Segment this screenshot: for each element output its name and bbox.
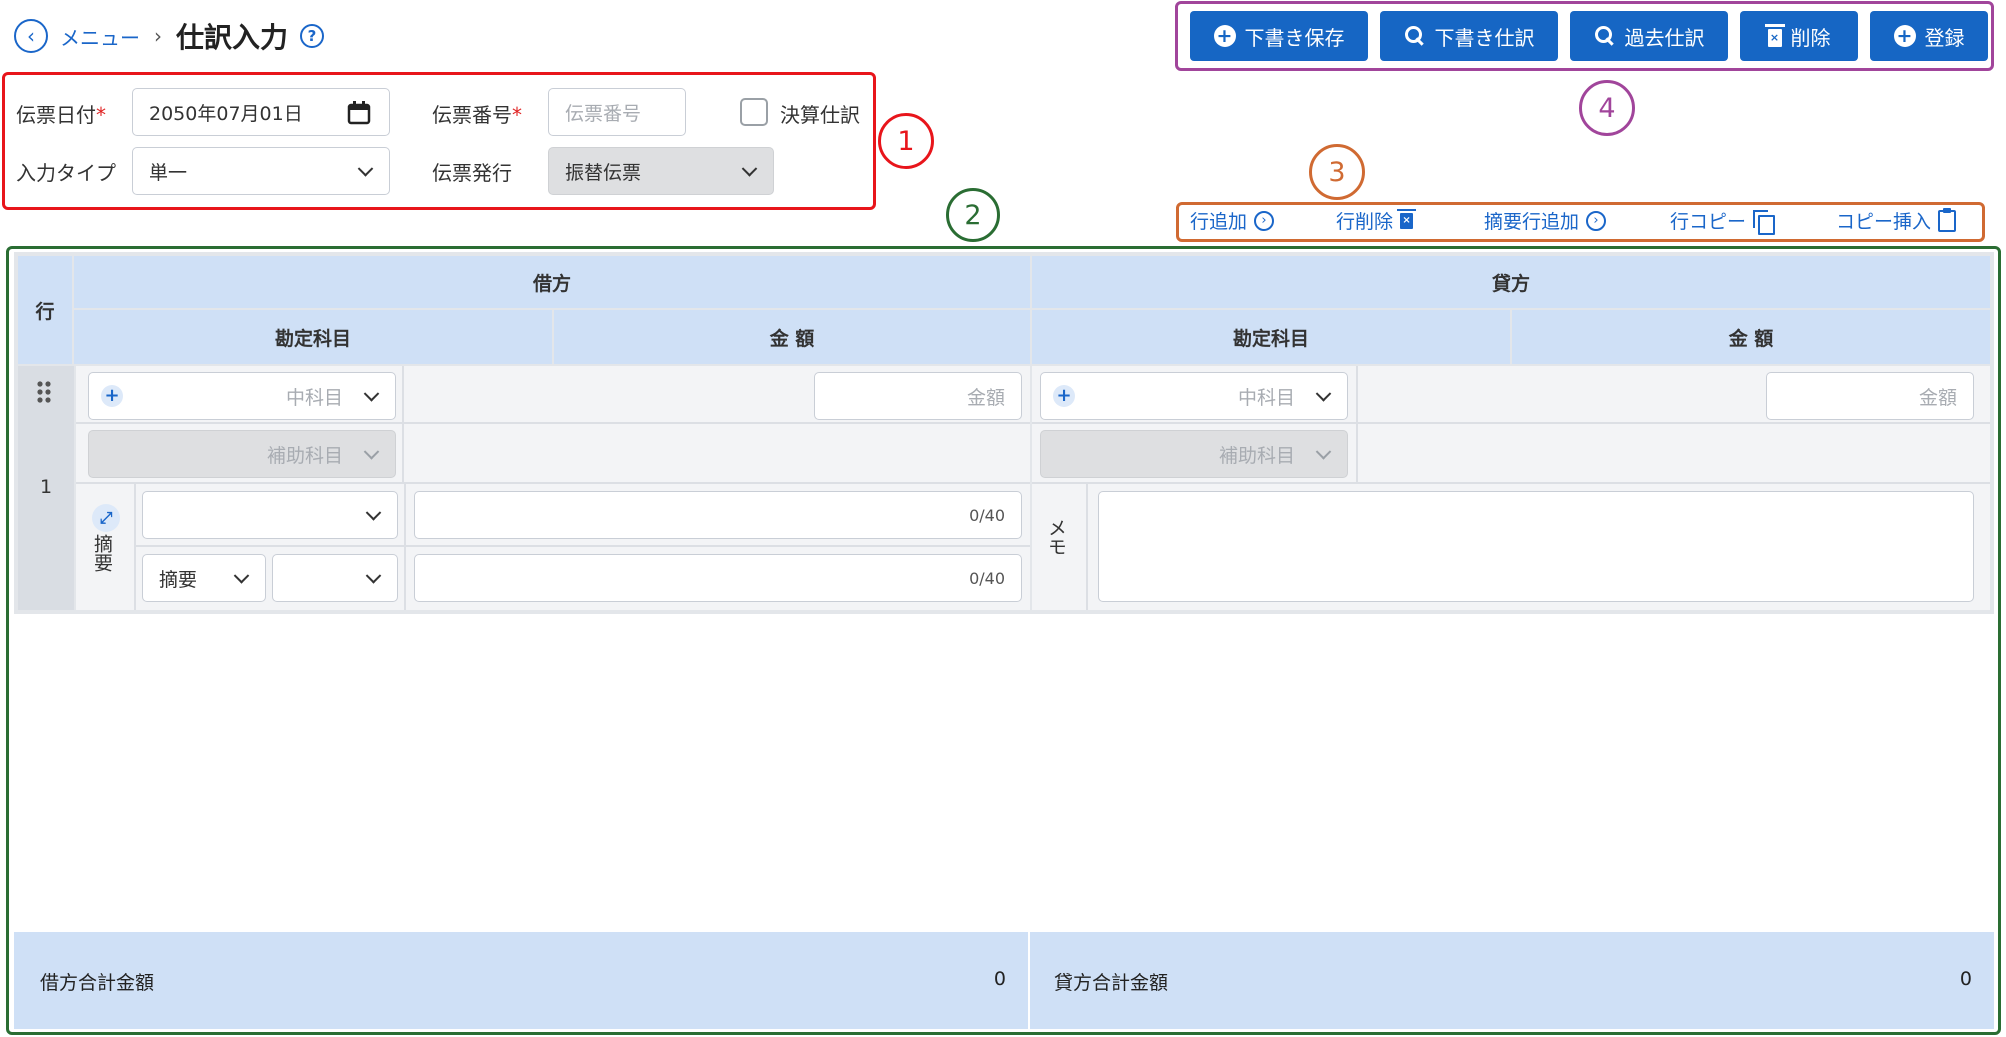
date-label: 伝票日付* xyxy=(16,103,106,127)
drag-handle-icon[interactable] xyxy=(36,380,54,404)
debit-header: 借方 xyxy=(74,256,1030,308)
delete-button[interactable]: × 削除 xyxy=(1740,11,1858,61)
chevron-down-icon xyxy=(741,161,758,177)
memo-textarea[interactable] xyxy=(1098,491,1974,602)
credit-total-row: 貸方合計金額 0 xyxy=(1030,932,1994,1029)
chevron-down-icon xyxy=(1315,444,1332,460)
draft-journal-button[interactable]: 下書き仕訳 xyxy=(1380,11,1558,61)
divider xyxy=(136,545,1030,547)
divider xyxy=(1356,366,1358,482)
date-field[interactable]: 2050年07月01日 xyxy=(132,88,390,136)
summary-select-2[interactable] xyxy=(272,554,398,602)
summary-text-1[interactable]: 0/40 xyxy=(414,491,1022,539)
annotation-4: 4 xyxy=(1579,80,1635,136)
divider xyxy=(76,482,1030,484)
back-icon[interactable]: ‹ xyxy=(14,19,48,53)
number-input[interactable]: 伝票番号 xyxy=(548,88,686,136)
page-title: 仕訳入力 xyxy=(176,21,289,54)
divider xyxy=(1032,482,1990,484)
chevron-down-icon xyxy=(357,161,374,177)
chevron-right-icon: › xyxy=(1586,210,1607,231)
issue-label: 伝票発行 xyxy=(432,161,512,185)
draft-save-button[interactable]: + 下書き保存 xyxy=(1190,11,1368,61)
delete-row-link[interactable]: 行削除 × xyxy=(1336,207,1417,234)
copy-insert-link[interactable]: コピー挿入 xyxy=(1836,207,1957,234)
divider xyxy=(402,366,404,482)
summary-text-2[interactable]: 0/40 xyxy=(414,554,1022,602)
plus-circle-icon: + xyxy=(1893,25,1916,47)
closing-label: 決算仕訳 xyxy=(780,103,860,127)
divider xyxy=(1086,484,1088,610)
expand-icon[interactable]: ⤢ xyxy=(92,504,120,532)
past-journal-button[interactable]: 過去仕訳 xyxy=(1570,11,1728,61)
credit-amount-input[interactable]: 金額 xyxy=(1766,372,1974,420)
debit-account-header: 勘定科目 xyxy=(74,310,552,364)
search-icon xyxy=(1594,25,1616,47)
chevron-down-icon xyxy=(365,568,382,584)
clipboard-icon xyxy=(1938,207,1957,232)
trash-icon: × xyxy=(1397,208,1417,229)
copy-icon xyxy=(1753,209,1776,235)
divider xyxy=(76,422,1030,424)
chevron-down-icon xyxy=(363,444,380,460)
debit-amount-input[interactable]: 金額 xyxy=(814,372,1022,420)
chevron-down-icon xyxy=(363,386,380,402)
credit-middle-account-select[interactable]: + 中科目 xyxy=(1040,372,1348,420)
chevron-down-icon xyxy=(1315,386,1332,402)
trash-icon: × xyxy=(1764,23,1785,47)
chevron-down-icon xyxy=(233,568,250,584)
plus-circle-icon: + xyxy=(1213,25,1236,47)
credit-sub-account-select[interactable]: 補助科目 xyxy=(1040,430,1348,478)
debit-total-row: 借方合計金額 0 xyxy=(14,932,1028,1029)
breadcrumb: ‹ メニュー › 仕訳入力 ? xyxy=(14,16,325,56)
debit-sub-account-select[interactable]: 補助科目 xyxy=(88,430,396,478)
number-label: 伝票番号* xyxy=(432,103,522,127)
chevron-right-icon: › xyxy=(1254,210,1275,231)
credit-total-label: 貸方合計金額 xyxy=(1054,972,1169,994)
help-icon[interactable]: ? xyxy=(300,24,325,48)
search-icon xyxy=(1404,25,1426,47)
row-number: 1 xyxy=(39,476,53,498)
plus-icon[interactable]: + xyxy=(1053,385,1075,407)
credit-account-header: 勘定科目 xyxy=(1032,310,1510,364)
memo-label: メモ xyxy=(1045,518,1067,556)
summary-type-select[interactable]: 摘要 xyxy=(142,554,266,602)
credit-header: 貸方 xyxy=(1032,256,1990,308)
chevron-down-icon xyxy=(365,505,382,521)
breadcrumb-separator: › xyxy=(154,24,162,48)
debit-total-label: 借方合計金額 xyxy=(40,972,155,994)
debit-amount-header: 金 額 xyxy=(554,310,1030,364)
annotation-2: 2 xyxy=(946,188,1000,242)
divider xyxy=(1032,422,1990,424)
credit-total-value: 0 xyxy=(1959,968,1972,990)
divider xyxy=(404,484,406,610)
issue-select[interactable]: 振替伝票 xyxy=(548,147,774,195)
credit-amount-header: 金 額 xyxy=(1512,310,1990,364)
add-summary-row-link[interactable]: 摘要行追加 › xyxy=(1484,207,1607,234)
closing-checkbox[interactable] xyxy=(740,98,768,126)
menu-link[interactable]: メニュー xyxy=(60,22,140,51)
input-type-label: 入力タイプ xyxy=(16,161,116,185)
add-row-link[interactable]: 行追加 › xyxy=(1190,207,1275,234)
register-button[interactable]: + 登録 xyxy=(1870,11,1988,61)
row-header: 行 xyxy=(18,256,72,364)
copy-row-link[interactable]: 行コピー xyxy=(1670,207,1776,235)
divider xyxy=(134,484,136,610)
input-type-select[interactable]: 単一 xyxy=(132,147,390,195)
annotation-3: 3 xyxy=(1309,144,1365,200)
summary-select-1[interactable] xyxy=(142,491,398,539)
debit-total-value: 0 xyxy=(993,968,1006,990)
debit-middle-account-select[interactable]: + 中科目 xyxy=(88,372,396,420)
annotation-1: 1 xyxy=(878,113,934,169)
plus-icon[interactable]: + xyxy=(101,385,123,407)
summary-label: 摘要 xyxy=(91,534,113,572)
calendar-icon[interactable] xyxy=(347,101,371,125)
